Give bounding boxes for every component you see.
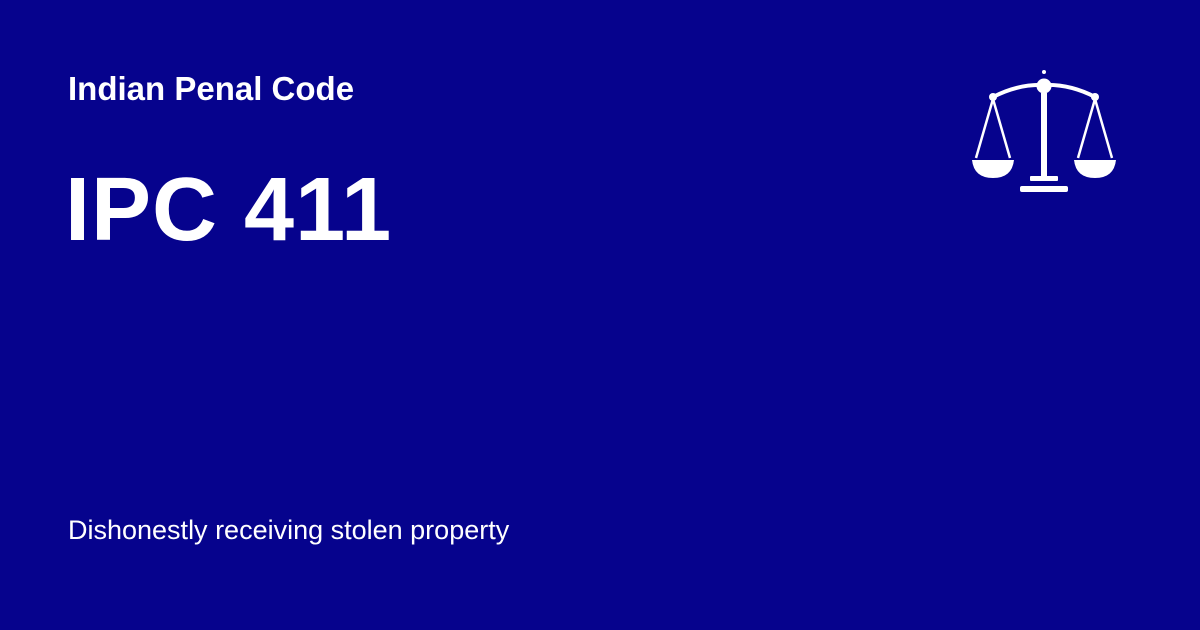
code-name-label: Indian Penal Code [68,70,355,107]
section-description: Dishonestly receiving stolen property [68,515,510,545]
section-title: IPC 411 [65,160,393,260]
scales-of-justice-icon [972,70,1116,192]
og-card: Indian Penal Code IPC 411 Dishonestly re… [0,0,1200,630]
